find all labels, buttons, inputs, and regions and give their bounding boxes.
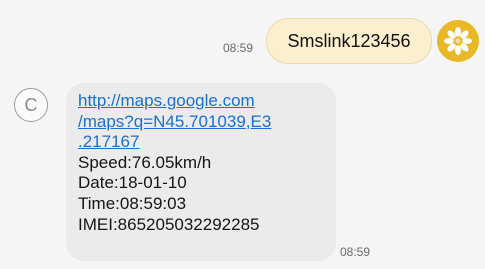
- imei-text: IMEI:865205032292285: [78, 214, 260, 234]
- contact-avatar-letter: C: [24, 94, 38, 115]
- time-text: Time:08:59:03: [78, 193, 187, 213]
- outgoing-message-row: 08:59 Smslink123456: [0, 12, 485, 72]
- maps-link-line: /maps?q=N45.701039,E3: [78, 111, 272, 131]
- speed-text: Speed:76.05km/h: [78, 152, 212, 172]
- sun-flower-icon: [444, 27, 472, 55]
- message-thread: 08:59 Smslink123456 C http://maps.google…: [0, 0, 485, 269]
- sender-avatar[interactable]: [437, 20, 479, 62]
- maps-link[interactable]: http://maps.google.com /maps?q=N45.70103…: [78, 91, 324, 153]
- outgoing-message-text: Smslink123456: [287, 30, 411, 51]
- incoming-timestamp: 08:59: [340, 245, 371, 259]
- incoming-message-row: C http://maps.google.com /maps?q=N45.701…: [0, 82, 485, 262]
- maps-link-line: http://maps.google.com: [78, 91, 255, 110]
- maps-link-line: .217167: [78, 132, 140, 152]
- date-text: Date:18-01-10: [78, 173, 187, 193]
- contact-avatar[interactable]: C: [14, 88, 48, 122]
- outgoing-message-bubble[interactable]: Smslink123456: [266, 18, 432, 64]
- incoming-message-bubble[interactable]: http://maps.google.com /maps?q=N45.70103…: [66, 83, 336, 261]
- outgoing-timestamp: 08:59: [223, 41, 254, 55]
